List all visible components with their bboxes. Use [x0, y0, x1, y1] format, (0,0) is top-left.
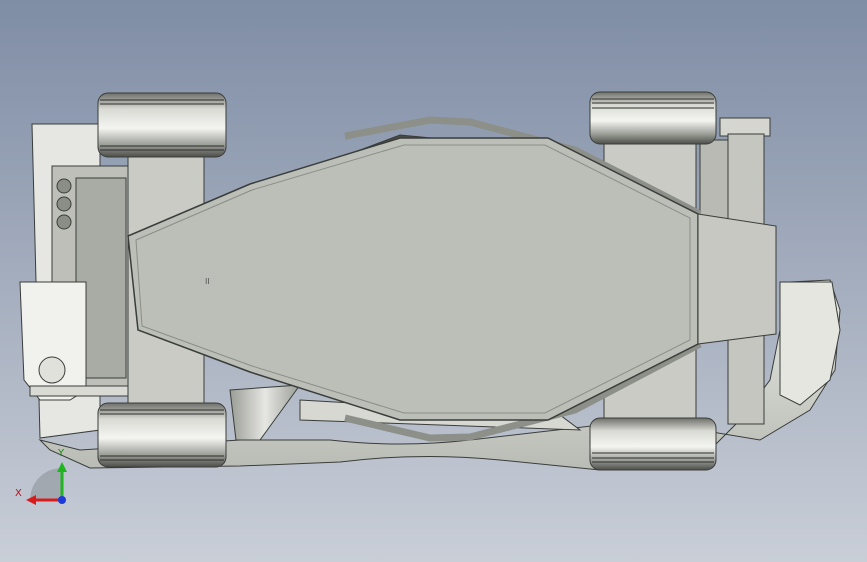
rear-diffuser — [697, 213, 777, 345]
front-bolt-1 — [56, 178, 72, 194]
triad-x-label: X — [15, 488, 22, 499]
front-bolt-3 — [56, 214, 72, 230]
front-bolt-2 — [56, 196, 72, 212]
rear-frame-plate — [719, 117, 771, 137]
tire-front-top[interactable] — [97, 92, 227, 158]
cad-graphics-viewport[interactable]: II X Y — [0, 0, 867, 562]
front-pedal-hub — [38, 356, 66, 384]
floor-marker: II — [205, 277, 210, 286]
tire-front-bottom[interactable] — [97, 402, 227, 468]
triad-z-axis — [58, 496, 66, 504]
tire-rear-bottom[interactable] — [589, 417, 717, 471]
triad-y-label: Y — [57, 448, 65, 459]
rear-bracket — [699, 139, 729, 221]
front-lower-plate — [29, 385, 131, 397]
tire-rear-top[interactable] — [589, 91, 717, 145]
